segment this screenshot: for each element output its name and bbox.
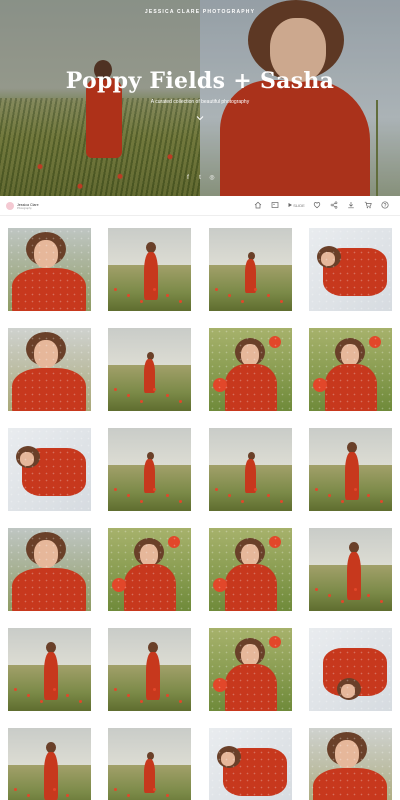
help-icon[interactable] bbox=[378, 198, 392, 212]
gallery-thumbnail[interactable] bbox=[308, 228, 392, 311]
slideshow-label: SLIDE bbox=[293, 202, 305, 208]
gallery-thumbnail[interactable] bbox=[208, 228, 292, 311]
gallery-thumbnail[interactable] bbox=[108, 428, 192, 511]
gallery-thumbnail[interactable] bbox=[108, 728, 192, 800]
gallery-thumbnail[interactable] bbox=[308, 528, 392, 611]
gallery-thumbnail[interactable] bbox=[8, 428, 91, 511]
brand-name[interactable]: JESSICA CLARE PHOTOGRAPHY bbox=[0, 9, 400, 15]
logo-icon[interactable] bbox=[6, 202, 14, 210]
social-links: f t ◎ bbox=[185, 175, 215, 183]
facebook-icon[interactable]: f bbox=[185, 175, 191, 181]
download-icon[interactable] bbox=[344, 198, 358, 212]
gallery-thumbnail[interactable] bbox=[208, 628, 292, 711]
gallery-thumbnail[interactable] bbox=[8, 628, 91, 711]
gallery-thumbnail[interactable] bbox=[108, 228, 192, 311]
gallery-thumbnail[interactable] bbox=[308, 728, 392, 800]
logo-text[interactable]: Jessica Clare Photography bbox=[17, 203, 39, 211]
heart-icon[interactable] bbox=[310, 198, 324, 212]
gallery-subtitle: A curated collection of beautiful photog… bbox=[150, 99, 250, 105]
cart-icon[interactable] bbox=[361, 198, 375, 212]
gallery-thumbnail[interactable] bbox=[8, 228, 91, 311]
gallery-thumbnail[interactable] bbox=[8, 528, 91, 611]
hero-banner bbox=[0, 0, 400, 196]
twitter-icon[interactable]: t bbox=[197, 175, 203, 181]
share-icon[interactable] bbox=[327, 198, 341, 212]
gallery-thumbnail[interactable] bbox=[108, 528, 192, 611]
gallery-thumbnail[interactable] bbox=[308, 428, 392, 511]
home-icon[interactable] bbox=[251, 198, 265, 212]
gallery-thumbnail[interactable] bbox=[208, 728, 292, 800]
gallery-thumbnail[interactable] bbox=[208, 328, 292, 411]
gallery-thumbnail[interactable] bbox=[208, 528, 292, 611]
gallery-thumbnail[interactable] bbox=[108, 628, 192, 711]
slideshow-button[interactable]: SLIDE bbox=[285, 198, 307, 212]
gallery-thumbnail[interactable] bbox=[8, 328, 91, 411]
gallery-thumbnail[interactable] bbox=[308, 328, 392, 411]
logo-sub: Photography bbox=[17, 207, 32, 210]
instagram-icon[interactable]: ◎ bbox=[209, 175, 215, 181]
gallery-thumbnail[interactable] bbox=[8, 728, 91, 800]
images-icon[interactable] bbox=[268, 198, 282, 212]
gallery-title: Poppy Fields + Sasha bbox=[65, 68, 335, 94]
gallery-thumbnail[interactable] bbox=[108, 328, 192, 411]
gallery-thumbnail[interactable] bbox=[208, 428, 292, 511]
toolbar-actions: SLIDE bbox=[248, 198, 392, 212]
chevron-down-icon[interactable] bbox=[195, 113, 205, 123]
gallery-thumbnail[interactable] bbox=[308, 628, 392, 711]
